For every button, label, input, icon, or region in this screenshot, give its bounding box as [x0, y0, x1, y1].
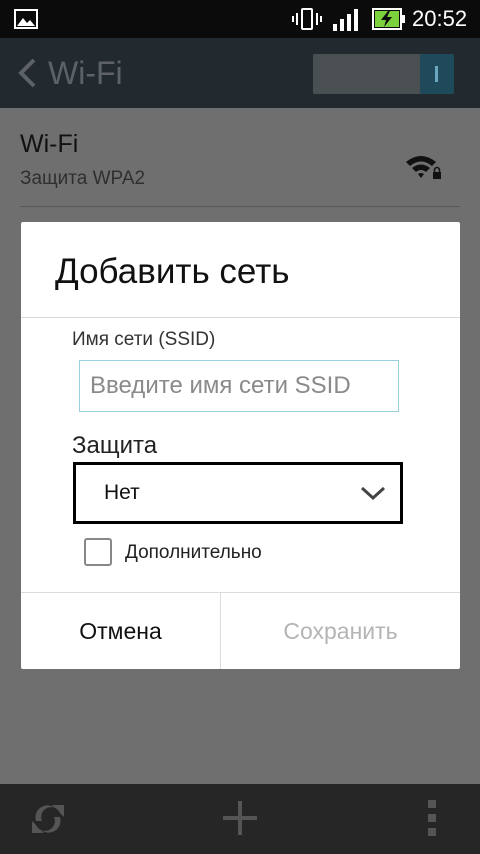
status-bar: 20:52: [0, 0, 480, 38]
action-bar: Wi-Fi: [0, 38, 480, 108]
network-security: Защита WPA2: [20, 168, 146, 189]
chevron-left-icon[interactable]: [16, 58, 38, 93]
save-button[interactable]: Сохранить: [221, 593, 460, 669]
add-network-dialog: Добавить сеть Имя сети (SSID) Защита Нет…: [21, 222, 460, 669]
refresh-icon[interactable]: [28, 799, 68, 844]
dialog-title: Добавить сеть: [55, 252, 290, 291]
wifi-toggle[interactable]: [313, 54, 454, 94]
wifi-lock-icon: [404, 152, 442, 187]
status-time: 20:52: [412, 6, 468, 31]
vibrate-icon: [292, 8, 322, 35]
ssid-input[interactable]: [79, 360, 399, 412]
list-divider: [20, 206, 460, 207]
more-vert-icon[interactable]: [426, 798, 438, 843]
advanced-checkbox[interactable]: [84, 538, 112, 566]
security-dropdown[interactable]: Нет: [73, 462, 403, 524]
cancel-button[interactable]: Отмена: [21, 593, 220, 669]
ssid-label: Имя сети (SSID): [72, 329, 216, 350]
add-icon[interactable]: [221, 799, 259, 842]
bottom-bar: [0, 784, 480, 854]
toggle-knob[interactable]: [420, 54, 454, 94]
signal-icon: [332, 8, 360, 37]
page-title: Wi-Fi: [48, 55, 123, 91]
security-selected-value: Нет: [104, 481, 140, 504]
security-label: Защита: [72, 432, 158, 459]
network-list-item[interactable]: Wi-Fi Защита WPA2: [0, 108, 480, 208]
title-divider: [21, 317, 460, 318]
chevron-down-icon: [360, 485, 386, 506]
battery-charging-icon: [372, 8, 406, 35]
gallery-icon: [14, 9, 38, 34]
network-name: Wi-Fi: [20, 130, 79, 158]
advanced-label[interactable]: Дополнительно: [125, 542, 262, 564]
